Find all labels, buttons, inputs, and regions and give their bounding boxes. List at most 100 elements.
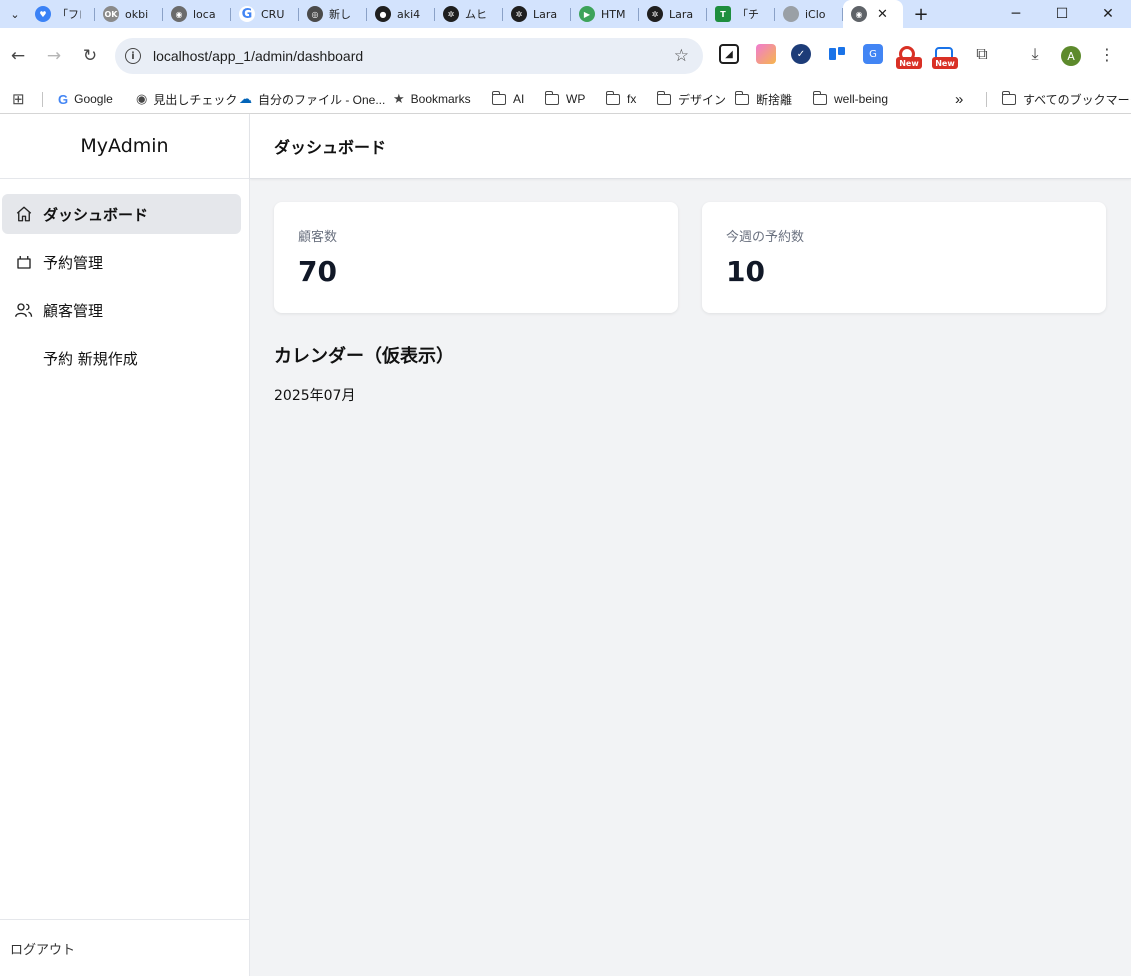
bookmark-divider: [42, 92, 43, 107]
translate-extension-icon[interactable]: G: [863, 44, 883, 64]
compass-extension-icon[interactable]: ✓: [791, 44, 811, 64]
folder-icon: [491, 90, 506, 105]
tab-title: 「チ: [737, 8, 759, 21]
stat-card-customers: 顧客数 70: [274, 202, 678, 313]
sidebar-item-customers[interactable]: 顧客管理: [2, 290, 241, 330]
heart-icon: ♥: [35, 6, 51, 22]
bookmark-label: すべてのブックマーク: [1023, 92, 1131, 107]
bookmark-label: デザイン: [678, 92, 727, 107]
tab-search-button[interactable]: ⌄: [3, 2, 27, 26]
kebab-menu-icon[interactable]: ⋮: [1097, 44, 1117, 64]
openai-icon: ✲: [443, 6, 459, 22]
sidebar-item-new-reservation[interactable]: 予約 新規作成: [2, 338, 241, 378]
gradient-extension-icon[interactable]: [756, 44, 776, 64]
okb-icon: OK: [103, 6, 119, 22]
bookmark-folder[interactable]: WP: [544, 84, 585, 114]
google-icon: G: [58, 91, 69, 107]
close-icon[interactable]: ✕: [877, 7, 888, 22]
close-window-icon[interactable]: ✕: [1085, 0, 1131, 28]
bookmark-star-icon[interactable]: ☆: [674, 46, 689, 66]
bookmarks-overflow-button[interactable]: »: [955, 84, 963, 114]
basket-icon: [14, 252, 34, 272]
calendar-month: 2025年07月: [274, 388, 356, 404]
reload-icon[interactable]: ↻: [72, 38, 108, 74]
minimize-icon[interactable]: ─: [993, 0, 1039, 28]
openai-icon: ✲: [511, 6, 527, 22]
new-tab-button[interactable]: +: [907, 0, 935, 28]
bookmarks-bar: ⊞ G Google ◉ 見出しチェック ☁ 自分のファイル - One... …: [0, 84, 1131, 114]
browser-tab[interactable]: ✲ ムヒ: [435, 0, 503, 28]
tab-title: okbi: [125, 7, 149, 21]
bookmark-item[interactable]: G Google: [58, 84, 113, 114]
apps-grid-icon[interactable]: ⊞: [12, 84, 25, 114]
github-icon: ●: [375, 6, 391, 22]
bookmark-label: AI: [513, 92, 525, 106]
main-content: ダッシュボード 顧客数 70 今週の予約数 10 カレンダー（仮表示） 2025…: [250, 114, 1131, 976]
bookmark-label: well-being: [834, 92, 889, 106]
browser-tab[interactable]: ✲ Lara: [503, 0, 571, 28]
browser-tab[interactable]: G CRU: [231, 0, 299, 28]
stat-value: 10: [726, 255, 765, 288]
stat-label: 今週の予約数: [726, 230, 805, 245]
bookmark-item[interactable]: ☁ 自分のファイル - One...: [239, 84, 385, 114]
send-extension-icon[interactable]: ◢: [719, 44, 739, 64]
bookmark-folder[interactable]: 断捨離: [734, 84, 792, 114]
tab-title: 新し: [329, 8, 351, 21]
url-text[interactable]: localhost/app_1/admin/dashboard: [153, 48, 363, 64]
bookmark-label: fx: [627, 92, 637, 106]
browser-tab[interactable]: ✲ Lara: [639, 0, 707, 28]
tab-title: HTM: [601, 7, 625, 21]
folder-icon: [544, 90, 559, 105]
address-bar[interactable]: i localhost/app_1/admin/dashboard ☆: [115, 38, 703, 74]
tab-title: aki4: [397, 7, 421, 21]
stat-card-weekly-reservations: 今週の予約数 10: [702, 202, 1106, 313]
all-bookmarks-folder[interactable]: すべてのブックマーク: [1001, 84, 1131, 114]
browser-tab[interactable]: ● aki4: [367, 0, 435, 28]
brand-logo[interactable]: MyAdmin: [0, 114, 249, 179]
profile-avatar[interactable]: A: [1061, 46, 1081, 66]
bookmark-folder[interactable]: デザイン: [656, 84, 727, 114]
logout-button[interactable]: ログアウト: [0, 919, 249, 976]
bookmark-folder[interactable]: fx: [605, 84, 637, 114]
browser-tab[interactable]: OK okbi: [95, 0, 163, 28]
tab-title: Lara: [669, 7, 693, 21]
sidebar-item-label: ダッシュボード: [43, 205, 149, 224]
globe-icon: ◉: [851, 6, 867, 22]
sidebar-item-dashboard[interactable]: ダッシュボード: [2, 194, 241, 234]
back-icon[interactable]: ←: [0, 38, 36, 74]
bookmark-item[interactable]: ★ Bookmarks: [393, 84, 471, 114]
bookmark-folder[interactable]: well-being: [812, 84, 889, 114]
bookmark-folder[interactable]: AI: [491, 84, 525, 114]
browser-tab[interactable]: T 「チ: [707, 0, 775, 28]
forward-icon[interactable]: →: [36, 38, 72, 74]
bookmark-label: Google: [74, 92, 113, 106]
calendar-heading: カレンダー（仮表示）: [274, 346, 454, 367]
new-badge: New: [932, 57, 958, 69]
chrome-icon: ◎: [307, 6, 323, 22]
site-info-icon[interactable]: i: [125, 48, 141, 64]
puzzle-icon[interactable]: ⧉: [972, 44, 992, 64]
browser-tab[interactable]: ◉ loca: [163, 0, 231, 28]
globe-icon: ◉: [171, 6, 187, 22]
folder-icon: [605, 90, 620, 105]
browser-tab[interactable]: iClo: [775, 0, 843, 28]
tab-title: 「フロ: [57, 8, 81, 21]
browser-tab-active[interactable]: ◉ ✕: [843, 0, 903, 28]
browser-tab[interactable]: ♥ 「フロ: [27, 0, 95, 28]
users-icon: [14, 300, 34, 320]
tab-strip: ⌄ ♥ 「フロ OK okbi ◉ loca G CRU ◎ 新し ● aki4…: [0, 0, 1131, 28]
browser-toolbar: ← → ↻ i localhost/app_1/admin/dashboard …: [0, 28, 1131, 84]
folder-icon: [1001, 90, 1016, 105]
bookmark-item[interactable]: ◉ 見出しチェック: [136, 84, 237, 114]
browser-tab[interactable]: ▶ HTM: [571, 0, 639, 28]
maximize-icon[interactable]: ☐: [1039, 0, 1085, 28]
sidebar-item-reservations[interactable]: 予約管理: [2, 242, 241, 282]
sidebar-nav: ダッシュボード 予約管理 顧客管理 予約 新規作成: [0, 179, 249, 378]
bookmark-divider: [986, 92, 987, 107]
download-icon[interactable]: ⤓: [1025, 44, 1045, 64]
trello-extension-icon[interactable]: [827, 44, 847, 64]
sidebar-item-label: 予約 新規作成: [43, 349, 138, 368]
browser-tab[interactable]: ◎ 新し: [299, 0, 367, 28]
page-title: ダッシュボード: [250, 114, 1131, 179]
stat-label: 顧客数: [298, 230, 338, 245]
